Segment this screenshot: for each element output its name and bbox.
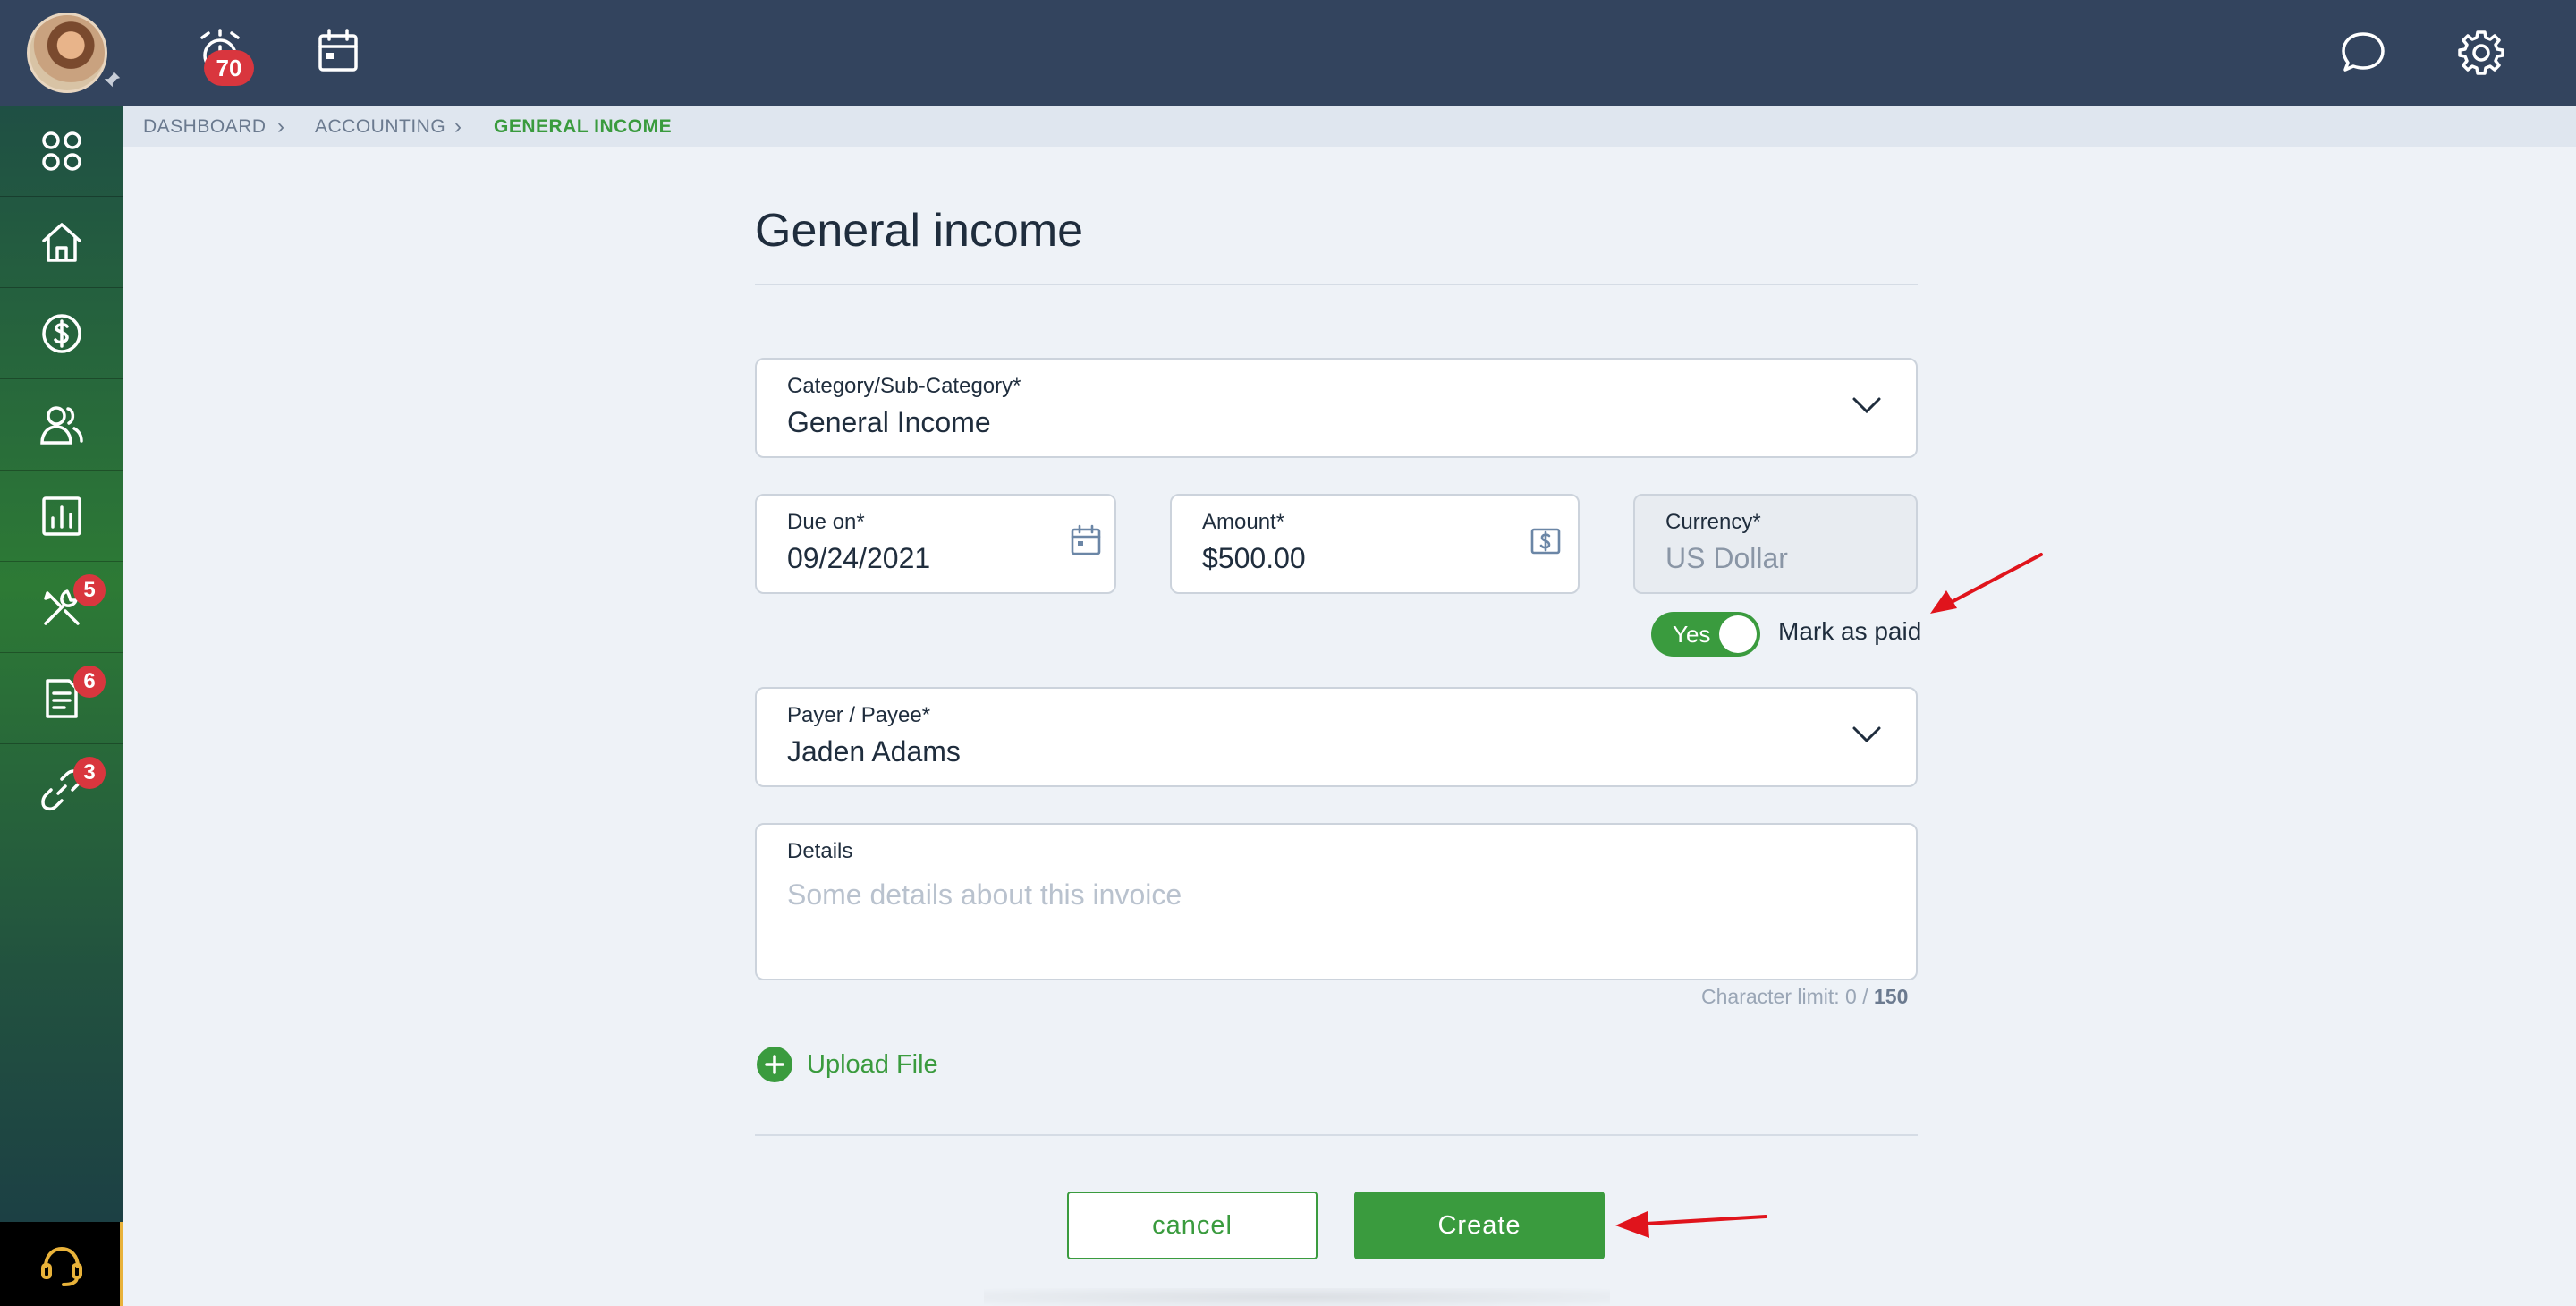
user-avatar[interactable]: [27, 13, 107, 93]
gear-icon[interactable]: [2454, 25, 2508, 79]
users-icon: [40, 406, 83, 445]
category-value: General Income: [787, 406, 991, 438]
pin-icon: [104, 71, 121, 88]
details-field[interactable]: Details: [755, 823, 1918, 980]
divider: [755, 284, 1918, 285]
character-limit: Character limit: 0 / 150: [1701, 985, 1908, 1009]
chat-icon[interactable]: [2336, 25, 2390, 79]
calendar-icon[interactable]: [1070, 524, 1102, 556]
sidebar: 5 6 3: [0, 106, 123, 1306]
divider: [755, 1134, 1918, 1136]
chevron-right-icon: ›: [454, 114, 462, 139]
sidebar-item-home[interactable]: [0, 197, 123, 288]
amount-field[interactable]: Amount* $500.00: [1170, 494, 1580, 594]
category-label: Category/Sub-Category*: [787, 374, 1021, 398]
currency-value: US Dollar: [1665, 542, 1788, 574]
mark-as-paid-label: Mark as paid: [1778, 617, 1922, 645]
details-label: Details: [787, 839, 853, 863]
currency-label: Currency*: [1665, 510, 1761, 534]
payer-value: Jaden Adams: [787, 735, 961, 767]
sidebar-item-documents[interactable]: 6: [0, 653, 123, 744]
breadcrumb-dashboard[interactable]: DASHBOARD: [143, 116, 267, 138]
category-select[interactable]: Category/Sub-Category* General Income: [755, 358, 1918, 458]
toggle-knob: [1719, 615, 1757, 653]
currency-field: Currency* US Dollar: [1633, 494, 1918, 594]
breadcrumb-general-income: GENERAL INCOME: [494, 116, 673, 137]
upload-file-label: Upload File: [807, 1050, 938, 1079]
breadcrumb: DASHBOARD › ACCOUNTING › GENERAL INCOME: [123, 106, 2576, 147]
sidebar-item-apps[interactable]: [0, 106, 123, 197]
bottom-shadow: [984, 1288, 1610, 1306]
payer-label: Payer / Payee*: [787, 703, 931, 727]
sidebar-item-reports[interactable]: [0, 471, 123, 562]
alarm-count-badge: 70: [204, 50, 254, 86]
character-limit-prefix: Character limit: 0 /: [1701, 985, 1874, 1008]
plus-circle-icon: [757, 1047, 792, 1082]
due-on-field[interactable]: Due on* 09/24/2021: [755, 494, 1116, 594]
sidebar-item-users[interactable]: [0, 379, 123, 471]
documents-badge: 6: [73, 666, 106, 698]
report-chart-icon: [42, 496, 81, 536]
home-icon: [42, 223, 81, 262]
calendar-icon[interactable]: [311, 25, 365, 79]
tools-badge: 5: [73, 574, 106, 606]
mark-as-paid-toggle[interactable]: Yes: [1651, 612, 1760, 657]
sidebar-item-links[interactable]: 3: [0, 744, 123, 835]
breadcrumb-accounting[interactable]: ACCOUNTING: [315, 116, 445, 138]
support-button[interactable]: [0, 1222, 123, 1306]
create-button[interactable]: Create: [1354, 1192, 1605, 1259]
amount-value: $500.00: [1202, 542, 1306, 574]
payer-payee-select[interactable]: Payer / Payee* Jaden Adams: [755, 687, 1918, 787]
toggle-state-text: Yes: [1673, 621, 1711, 648]
chevron-down-icon: [1852, 397, 1881, 414]
due-on-label: Due on*: [787, 510, 865, 534]
money-icon: [1530, 528, 1561, 555]
chevron-down-icon: [1852, 726, 1881, 743]
apps-grid-icon: [42, 131, 81, 171]
dollar-icon: [42, 314, 81, 353]
amount-label: Amount*: [1202, 510, 1285, 534]
character-limit-max: 150: [1874, 985, 1909, 1008]
cancel-button[interactable]: cancel: [1067, 1192, 1318, 1259]
details-textarea[interactable]: [787, 878, 1878, 968]
page-title: General income: [755, 205, 1084, 257]
sidebar-item-accounting[interactable]: [0, 288, 123, 379]
sidebar-item-tools[interactable]: 5: [0, 562, 123, 653]
due-on-value: 09/24/2021: [787, 542, 931, 574]
links-badge: 3: [73, 757, 106, 789]
headset-icon: [41, 1246, 82, 1286]
chevron-right-icon: ›: [277, 114, 284, 139]
annotation-arrow-icon: [1615, 1211, 1767, 1238]
top-bar: 70: [0, 0, 2576, 106]
annotation-arrow-icon: [1930, 553, 2043, 614]
